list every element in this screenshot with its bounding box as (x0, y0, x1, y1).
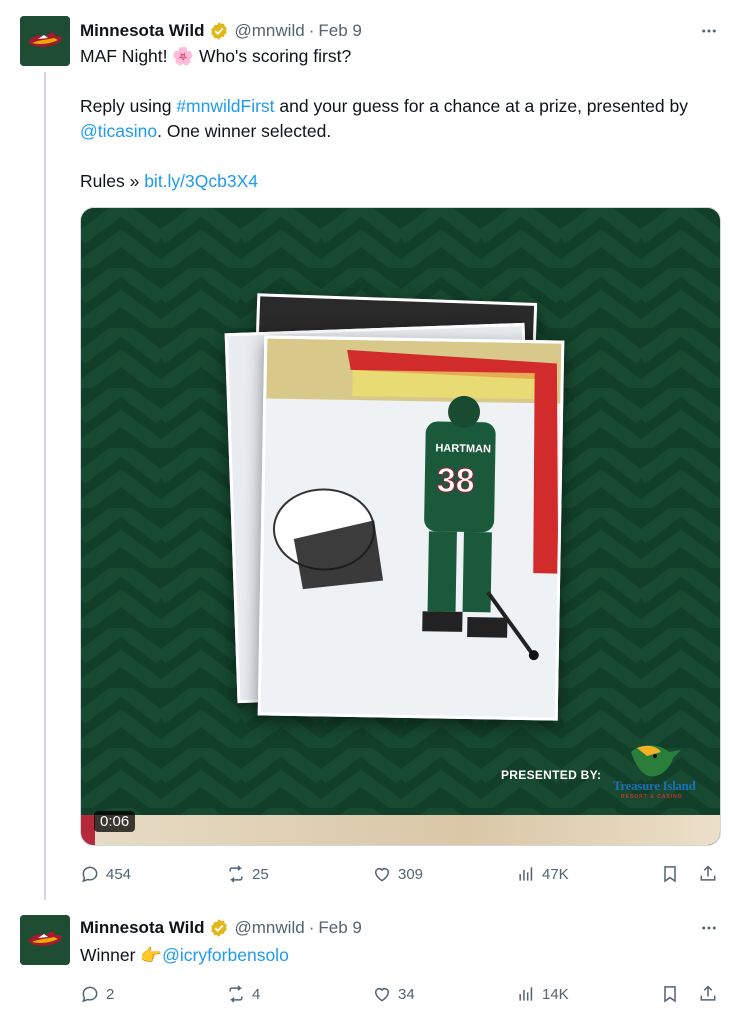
photo-card-front: HARTMAN 38 (257, 335, 565, 721)
author-name[interactable]: Minnesota Wild (80, 21, 205, 41)
mention-link[interactable]: @ticasino (80, 121, 157, 141)
repost-count: 25 (252, 865, 269, 883)
mention-link[interactable]: @icryforbensolo (162, 945, 289, 965)
tweet-line-2: Reply using #mnwildFirst and your guess … (80, 94, 720, 144)
hashtag-link[interactable]: #mnwildFirst (176, 96, 274, 116)
verified-badge-icon[interactable] (209, 918, 229, 938)
tweet-actions: 454 25 309 47K (80, 864, 720, 888)
wild-logo-icon (20, 16, 70, 66)
tweet-header: Minnesota Wild @mnwild · Feb 9 (80, 916, 362, 940)
author-name[interactable]: Minnesota Wild (80, 918, 205, 938)
presented-by-label: PRESENTED BY: (501, 768, 602, 782)
bookmark-icon (664, 866, 676, 883)
tweet-actions: 2 4 34 14K (80, 984, 720, 1008)
reply-button[interactable]: 2 (80, 984, 114, 1004)
heart-icon (375, 988, 389, 1002)
tweet-text: MAF Night! 🌸 Who's scoring first? Reply … (80, 44, 720, 194)
bookmark-button[interactable] (660, 984, 686, 1004)
pointing-hand-emoji: 👉 (140, 945, 163, 965)
reply-button[interactable]: 454 (80, 864, 131, 884)
share-icon (700, 865, 716, 881)
jersey-number: 38 (437, 461, 475, 500)
views-button[interactable]: 14K (516, 984, 569, 1004)
text-segment: MAF Night! (80, 46, 173, 66)
wild-logo-icon (20, 915, 70, 965)
view-count: 14K (542, 985, 569, 1003)
hockey-photo: HARTMAN 38 (260, 338, 565, 721)
share-button[interactable] (698, 864, 724, 884)
tweet-header: Minnesota Wild @mnwild · Feb 9 (80, 19, 362, 43)
like-count: 309 (398, 865, 424, 883)
more-options-icon[interactable] (699, 21, 719, 41)
more-options-icon[interactable] (699, 918, 719, 938)
like-button[interactable]: 34 (372, 984, 415, 1004)
sponsor-subtitle: RESORT & CASINO (621, 794, 683, 800)
text-segment: Rules » (80, 171, 145, 191)
like-button[interactable]: 309 (372, 864, 423, 884)
analytics-icon (519, 987, 533, 1001)
reply-count: 454 (106, 865, 132, 883)
separator-dot: · (308, 918, 315, 937)
reply-icon (82, 866, 98, 883)
author-handle[interactable]: @mnwild (235, 918, 305, 938)
text-segment: Winner (80, 945, 141, 965)
tweet-line-1: MAF Night! 🌸 Who's scoring first? (80, 44, 720, 69)
bookmark-icon (664, 986, 676, 1003)
progress-played (81, 815, 95, 845)
text-segment: and your guess for a chance at a prize, … (274, 96, 688, 116)
analytics-icon (519, 867, 533, 881)
tweet-date[interactable]: Feb 9 (318, 21, 361, 41)
repost-button[interactable]: 25 (226, 864, 269, 884)
video-timestamp: 0:06 (94, 811, 136, 832)
avatar[interactable] (20, 16, 70, 66)
jersey-name: HARTMAN (435, 442, 491, 455)
thread-connector-line (44, 72, 46, 900)
photo-stack: HARTMAN 38 (221, 293, 581, 738)
views-button[interactable]: 47K (516, 864, 569, 884)
text-segment: Who's scoring first? (194, 46, 352, 66)
tweet-line-3: Rules » bit.ly/3Qcb3X4 (80, 169, 720, 194)
repost-count: 4 (252, 985, 261, 1003)
repost-icon (229, 865, 243, 883)
verified-badge-icon[interactable] (209, 21, 229, 41)
author-handle[interactable]: @mnwild (235, 21, 305, 41)
sponsor-name: Treasure Island (613, 778, 696, 793)
avatar[interactable] (20, 915, 70, 965)
repost-button[interactable]: 4 (226, 984, 260, 1004)
reply-icon (82, 986, 98, 1003)
view-count: 47K (542, 865, 569, 883)
tweet-text: Winner 👉@icryforbensolo (80, 943, 720, 968)
repost-icon (229, 985, 243, 1003)
separator-dot: · (308, 21, 315, 40)
heart-icon (375, 868, 389, 882)
share-button[interactable] (698, 984, 724, 1004)
cherry-blossom-emoji: 🌸 (172, 46, 195, 66)
text-segment: Reply using (80, 96, 177, 116)
like-count: 34 (398, 985, 415, 1003)
bookmark-button[interactable] (660, 864, 686, 884)
video-progress-bar[interactable] (81, 815, 720, 845)
reply-count: 2 (106, 985, 115, 1003)
share-icon (700, 985, 716, 1001)
rules-link[interactable]: bit.ly/3Qcb3X4 (144, 171, 258, 191)
video-player[interactable]: HARTMAN 38 PRESENTED BY: Treasure Island… (80, 207, 721, 846)
tweet-date[interactable]: Feb 9 (318, 918, 361, 938)
text-segment: . One winner selected. (157, 121, 332, 141)
